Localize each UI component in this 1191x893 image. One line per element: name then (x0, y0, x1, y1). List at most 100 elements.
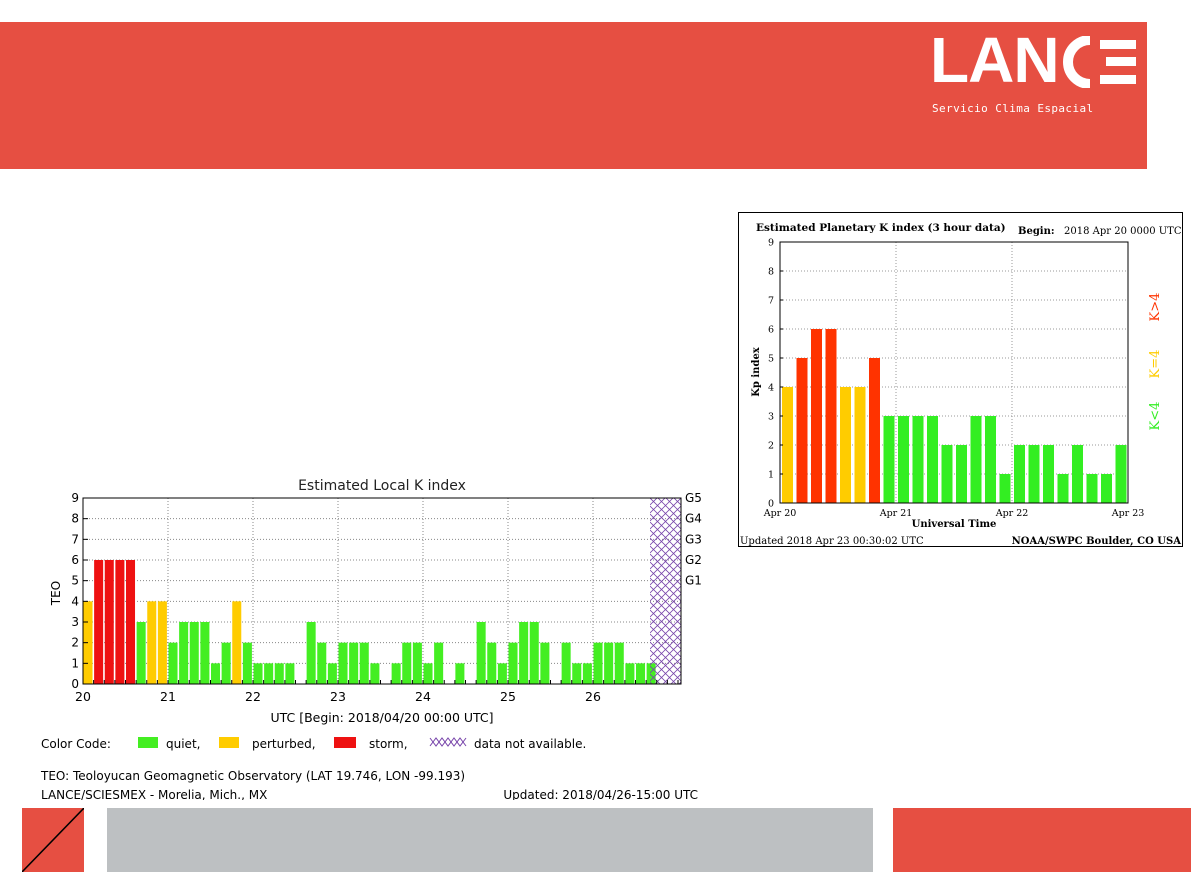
c1-hatch-line (650, 470, 681, 489)
c1-bar (306, 622, 316, 684)
c2-bar (840, 387, 851, 503)
c2-bar (1043, 445, 1054, 503)
c1-hatch-line (650, 681, 653, 684)
c2-bar (1028, 445, 1040, 503)
c1-hatch-line (650, 722, 681, 753)
c1-bar (636, 663, 646, 684)
c2-y-tick-label: 1 (768, 470, 774, 481)
c2-y-tick-label: 2 (768, 441, 774, 452)
c1-bar (402, 642, 412, 684)
c1-bar (561, 642, 571, 684)
c1-x-tick-label: 23 (330, 689, 346, 704)
c1-bar (126, 560, 136, 684)
c1-bar (274, 663, 284, 684)
c1-bar (412, 642, 422, 684)
c1-hatch-line (650, 698, 681, 729)
c1-bar (604, 642, 614, 684)
c1-x-tick-label: 22 (245, 689, 261, 704)
c1-bar (572, 663, 582, 684)
c1-y-tick-label: 7 (71, 532, 79, 546)
footer-gray-bar (107, 808, 873, 872)
c1-x-tick-label: 20 (75, 689, 91, 704)
c1-bar (508, 642, 518, 684)
c1-legend-na: data not available. (474, 737, 586, 751)
diagonal-line-icon (22, 808, 84, 872)
c2-key-mid: K=4 (1148, 350, 1163, 379)
c2-y-axis-label: Kp index (751, 346, 762, 397)
c2-bar (927, 416, 938, 503)
c1-g-label: G2 (685, 553, 702, 567)
c1-bar (529, 622, 539, 684)
c1-y-tick-label: 8 (71, 512, 79, 526)
c2-bar (941, 445, 953, 503)
c1-updated: Updated: 2018/04/26-15:00 UTC (503, 788, 698, 800)
c1-legend-na-swatch (429, 737, 467, 747)
local-k-index-chart: Estimated Local K index 0123456789 20 21 2… (40, 470, 702, 800)
c1-legend-storm: storm, (369, 737, 408, 751)
c1-hatch-line (650, 690, 681, 721)
c2-bar (1086, 474, 1098, 503)
c1-bar (338, 642, 348, 684)
c1-bar (253, 663, 263, 684)
c1-na-hatch (650, 470, 681, 761)
c1-g-labels: G1 G2 G3 G4 G5 (685, 491, 702, 588)
c1-g-label: G3 (685, 532, 702, 546)
c2-bar (956, 445, 967, 503)
c2-begin-value: 2018 Apr 20 0000 UTC (1064, 226, 1182, 237)
c2-source: NOAA/SWPC Boulder, CO USA (1012, 536, 1182, 547)
c1-legend-storm-swatch (334, 737, 356, 748)
c1-x-tick-label: 25 (500, 689, 516, 704)
c2-bar (811, 329, 822, 503)
c1-bar (136, 622, 146, 684)
c1-bar (455, 663, 465, 684)
c1-legend-quiet: quiet, (166, 737, 200, 751)
c2-bar (796, 358, 808, 503)
c1-bar (264, 663, 274, 684)
c1-bar (582, 663, 592, 684)
c1-hatch-line (650, 470, 681, 489)
c1-hatch-line (650, 690, 681, 721)
c2-bar (970, 416, 982, 503)
c1-legend-quiet-swatch (138, 737, 158, 748)
c2-y-tick-label: 6 (768, 325, 774, 336)
c1-y-tick-label: 2 (71, 636, 79, 650)
c1-hatch-line (678, 681, 681, 684)
c1-bar (115, 560, 125, 684)
c1-bar (211, 663, 221, 684)
c1-hatch-line (650, 470, 681, 497)
c2-bar (1014, 445, 1025, 503)
c1-x-tick-label: 21 (160, 689, 176, 704)
c1-bar (593, 642, 603, 684)
c1-bar (625, 663, 635, 684)
c1-bar (189, 622, 199, 684)
c1-bar (168, 642, 178, 684)
c1-hatch-line (650, 714, 681, 745)
c1-g-label: G5 (685, 491, 702, 505)
c1-bar (370, 663, 380, 684)
c2-bar (898, 416, 909, 503)
c1-hatch-line (650, 714, 681, 745)
c1-bar (646, 663, 656, 684)
c1-y-tick-label: 9 (71, 491, 79, 505)
c1-bar (285, 663, 295, 684)
c1-bar (94, 560, 104, 684)
c1-hatch-line (650, 722, 681, 753)
c1-hatch-line (650, 730, 681, 761)
c1-bar (391, 663, 401, 684)
c1-bar (497, 663, 507, 684)
logo-subtitle: Servicio Clima Espacial (932, 102, 1094, 115)
c2-y-tick-label: 3 (768, 412, 774, 423)
c1-x-tick-label: 24 (415, 689, 431, 704)
c1-hatch-line (650, 470, 681, 497)
c1-bar (519, 622, 529, 684)
c1-g-label: G4 (685, 512, 702, 526)
c1-bar (104, 560, 114, 684)
c1-bar (540, 642, 550, 684)
c2-bar (912, 416, 924, 503)
c1-y-tick-label: 6 (71, 553, 79, 567)
c1-hatch-line (650, 698, 681, 729)
c2-x-tick-label: Apr 23 (1111, 508, 1145, 519)
c2-bar (999, 474, 1011, 503)
c2-x-tick-label: Apr 20 (763, 508, 797, 519)
c1-y-tick-label: 4 (71, 594, 79, 608)
